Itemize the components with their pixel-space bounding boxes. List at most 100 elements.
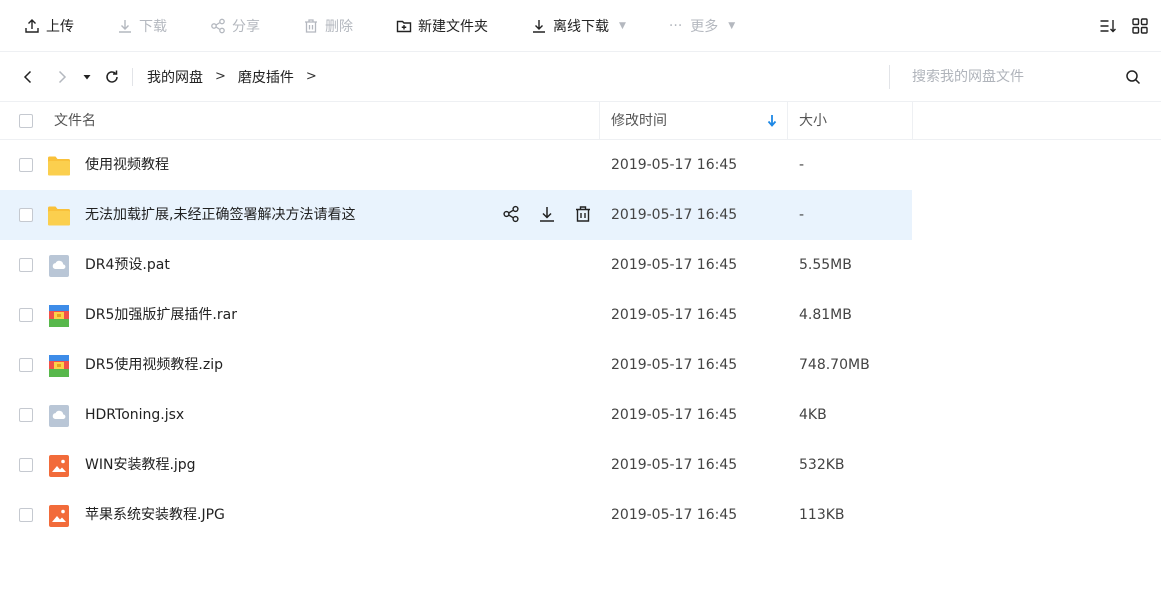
table-row[interactable]: 苹果系统安装教程.JPG 2019-05-17 16:45 113KB bbox=[0, 490, 912, 540]
file-name[interactable]: 使用视频教程 bbox=[85, 140, 169, 190]
toolbar: 上传 下载 分享 删除 新建文件夹 离线下载 ▼ ··· 更多 ▼ bbox=[0, 0, 1161, 52]
file-name[interactable]: DR5使用视频教程.zip bbox=[85, 340, 223, 390]
address-bar: 我的网盘 > 磨皮插件 > bbox=[0, 52, 1161, 102]
breadcrumb-separator: > bbox=[215, 69, 226, 84]
file-size: - bbox=[799, 207, 805, 223]
sort-icon[interactable] bbox=[1099, 17, 1117, 35]
column-divider bbox=[787, 102, 788, 140]
table-row[interactable]: 无法加载扩展,未经正确签署解决方法请看这 2019-05-17 16:45 - bbox=[0, 190, 912, 240]
header-size[interactable]: 大小 bbox=[799, 102, 827, 140]
table-row[interactable]: DR5加强版扩展插件.rar 2019-05-17 16:45 4.81MB bbox=[0, 290, 912, 340]
header-name[interactable]: 文件名 bbox=[54, 102, 96, 140]
table-row[interactable]: DR4预设.pat 2019-05-17 16:45 5.55MB bbox=[0, 240, 912, 290]
modified-time: 2019-05-17 16:45 bbox=[611, 407, 738, 423]
trash-icon[interactable] bbox=[574, 205, 592, 223]
more-button[interactable]: ··· 更多 ▼ bbox=[669, 0, 735, 52]
modified-time: 2019-05-17 16:45 bbox=[611, 507, 738, 523]
column-divider bbox=[912, 102, 913, 140]
archive-icon bbox=[47, 305, 71, 327]
back-icon[interactable] bbox=[20, 69, 36, 85]
row-checkbox[interactable] bbox=[19, 408, 33, 422]
generic-file-icon bbox=[47, 405, 71, 427]
share-icon[interactable] bbox=[502, 205, 520, 223]
new-folder-label: 新建文件夹 bbox=[418, 18, 488, 35]
file-name[interactable]: DR4预设.pat bbox=[85, 240, 170, 290]
row-checkbox[interactable] bbox=[19, 358, 33, 372]
row-checkbox[interactable] bbox=[19, 308, 33, 322]
offline-download-button[interactable]: 离线下载 ▼ bbox=[531, 0, 626, 52]
row-checkbox[interactable] bbox=[19, 258, 33, 272]
download-button[interactable]: 下载 bbox=[117, 0, 167, 52]
modified-time: 2019-05-17 16:45 bbox=[611, 457, 738, 473]
more-label: 更多 bbox=[690, 18, 719, 35]
download-icon bbox=[117, 18, 133, 34]
delete-label: 删除 bbox=[325, 18, 353, 35]
column-divider bbox=[599, 102, 600, 140]
breadcrumb-separator: > bbox=[305, 69, 317, 84]
folder-icon bbox=[47, 205, 71, 227]
row-checkbox[interactable] bbox=[19, 458, 33, 472]
upload-button[interactable]: 上传 bbox=[24, 0, 74, 52]
modified-time: 2019-05-17 16:45 bbox=[611, 307, 738, 323]
row-checkbox[interactable] bbox=[19, 208, 33, 222]
new-folder-icon bbox=[396, 18, 412, 34]
search-box bbox=[889, 65, 1161, 89]
file-size: - bbox=[799, 157, 805, 173]
refresh-icon[interactable] bbox=[104, 69, 120, 85]
row-checkbox[interactable] bbox=[19, 158, 33, 172]
file-size: 4.81MB bbox=[799, 307, 852, 323]
modified-time: 2019-05-17 16:45 bbox=[611, 357, 738, 373]
upload-icon bbox=[24, 18, 40, 34]
grid-view-icon[interactable] bbox=[1131, 17, 1149, 35]
history-dropdown-icon[interactable] bbox=[82, 69, 92, 85]
header-modified[interactable]: 修改时间 bbox=[611, 102, 667, 140]
file-size: 113KB bbox=[799, 507, 845, 523]
caret-down-icon: ▼ bbox=[728, 20, 736, 31]
search-input[interactable] bbox=[912, 69, 1132, 85]
share-button[interactable]: 分享 bbox=[210, 0, 260, 52]
new-folder-button[interactable]: 新建文件夹 bbox=[396, 0, 488, 52]
table-row[interactable]: WIN安装教程.jpg 2019-05-17 16:45 532KB bbox=[0, 440, 912, 490]
download-icon bbox=[531, 18, 547, 34]
breadcrumb-root[interactable]: 我的网盘 bbox=[147, 67, 203, 87]
generic-file-icon bbox=[47, 255, 71, 277]
share-icon bbox=[210, 18, 226, 34]
download-icon[interactable] bbox=[538, 205, 556, 223]
file-size: 748.70MB bbox=[799, 357, 870, 373]
file-name[interactable]: HDRToning.jsx bbox=[85, 390, 184, 440]
file-size: 532KB bbox=[799, 457, 845, 473]
image-file-icon bbox=[47, 455, 71, 477]
table-row[interactable]: DR5使用视频教程.zip 2019-05-17 16:45 748.70MB bbox=[0, 340, 912, 390]
row-checkbox[interactable] bbox=[19, 508, 33, 522]
archive-icon bbox=[47, 355, 71, 377]
sort-desc-icon[interactable] bbox=[767, 114, 777, 128]
select-all-checkbox[interactable] bbox=[19, 114, 33, 128]
file-name[interactable]: 苹果系统安装教程.JPG bbox=[85, 490, 225, 540]
modified-time: 2019-05-17 16:45 bbox=[611, 157, 738, 173]
file-size: 5.55MB bbox=[799, 257, 852, 273]
upload-label: 上传 bbox=[46, 18, 74, 35]
download-label: 下载 bbox=[139, 18, 167, 35]
trash-icon bbox=[303, 18, 319, 34]
row-actions bbox=[502, 205, 592, 223]
modified-time: 2019-05-17 16:45 bbox=[611, 257, 738, 273]
folder-icon bbox=[47, 155, 71, 177]
table-row[interactable]: HDRToning.jsx 2019-05-17 16:45 4KB bbox=[0, 390, 912, 440]
file-name[interactable]: DR5加强版扩展插件.rar bbox=[85, 290, 237, 340]
table-row[interactable]: 使用视频教程 2019-05-17 16:45 - bbox=[0, 140, 912, 190]
share-label: 分享 bbox=[232, 18, 260, 35]
file-list-header: 文件名 修改时间 大小 bbox=[0, 102, 1161, 140]
search-icon[interactable] bbox=[1125, 69, 1141, 85]
file-name[interactable]: 无法加载扩展,未经正确签署解决方法请看这 bbox=[85, 190, 355, 240]
more-dots-icon: ··· bbox=[668, 17, 683, 34]
image-file-icon bbox=[47, 505, 71, 527]
breadcrumb-current[interactable]: 磨皮插件 bbox=[238, 67, 294, 87]
modified-time: 2019-05-17 16:45 bbox=[611, 207, 738, 223]
offline-download-label: 离线下载 bbox=[553, 18, 609, 35]
delete-button[interactable]: 删除 bbox=[303, 0, 353, 52]
caret-down-icon: ▼ bbox=[619, 20, 626, 31]
divider bbox=[132, 67, 133, 86]
file-name[interactable]: WIN安装教程.jpg bbox=[85, 440, 196, 490]
forward-icon[interactable] bbox=[54, 69, 70, 85]
file-size: 4KB bbox=[799, 407, 827, 423]
